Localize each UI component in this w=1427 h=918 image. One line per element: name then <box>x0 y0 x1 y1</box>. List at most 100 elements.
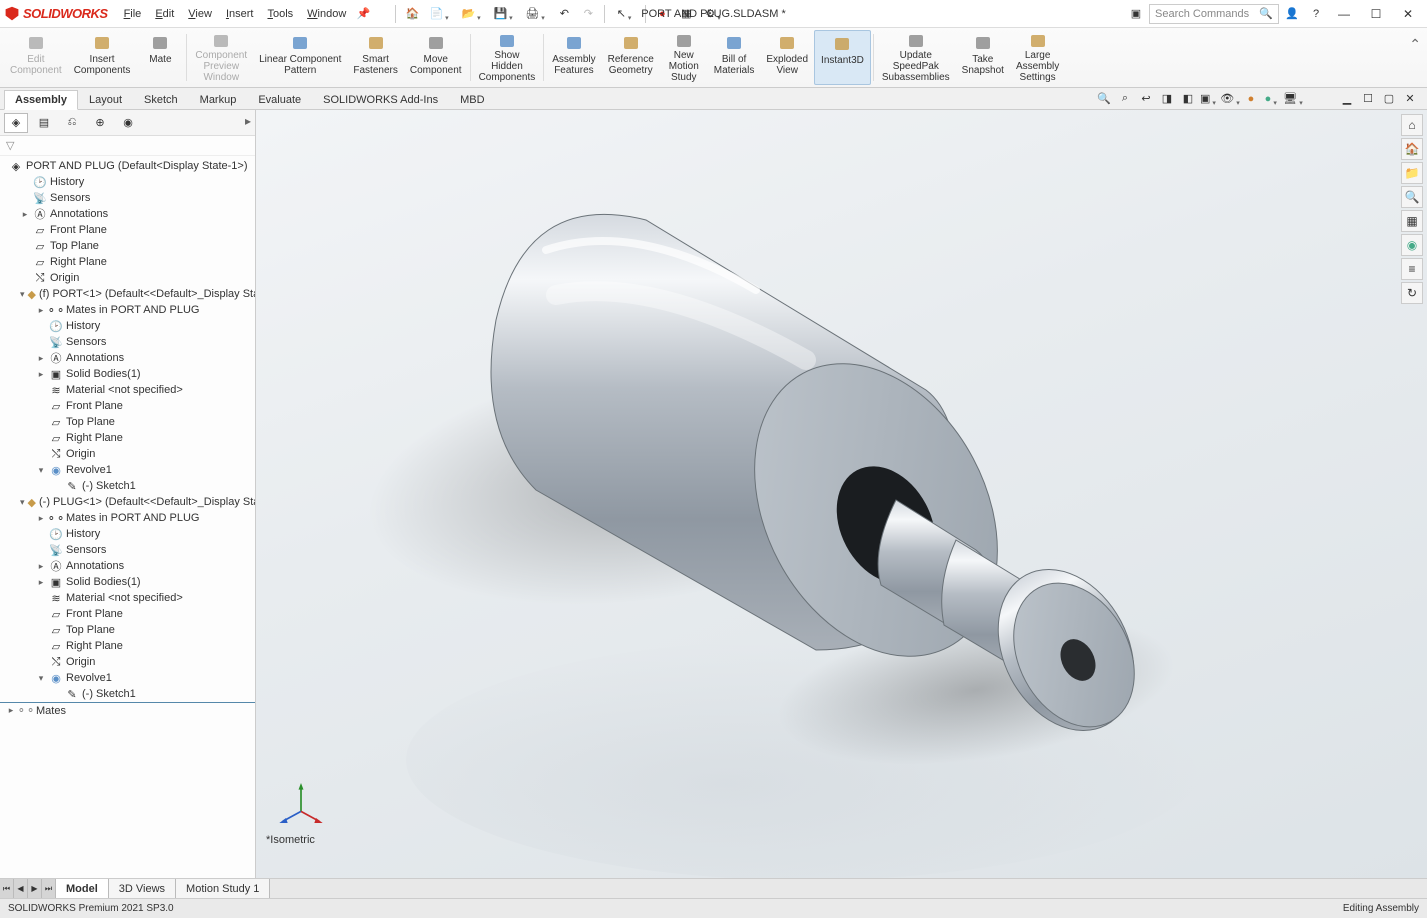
open-doc-button[interactable]: 📂 <box>457 3 487 25</box>
tree-node[interactable]: ⤭Origin <box>0 654 255 670</box>
ribbon-instant3d[interactable]: Instant3D <box>814 30 871 85</box>
ribbon-insert[interactable]: InsertComponents <box>68 30 137 85</box>
pin-icon[interactable]: 📌 <box>352 3 374 25</box>
tab-scroll-prev-icon[interactable]: ◀ <box>14 879 28 898</box>
configuration-tab-icon[interactable]: ⎌ <box>60 113 84 133</box>
tab-sketch[interactable]: Sketch <box>133 90 189 109</box>
view-orientation-icon[interactable]: ◧ <box>1179 90 1197 108</box>
tree-node[interactable]: ▱Front Plane <box>0 398 255 414</box>
menu-tools[interactable]: Tools <box>261 4 299 24</box>
save-button[interactable]: 💾 <box>489 3 519 25</box>
tab-scroll-next-icon[interactable]: ▶ <box>28 879 42 898</box>
view-triad-icon[interactable] <box>276 778 326 828</box>
doc-restore-button[interactable]: ☐ <box>1359 90 1377 108</box>
menu-file[interactable]: File <box>118 4 148 24</box>
tree-node[interactable]: 📡Sensors <box>0 542 255 558</box>
restore-button[interactable]: ☐ <box>1361 4 1391 24</box>
ribbon-take[interactable]: TakeSnapshot <box>956 30 1010 85</box>
ribbon-assembly[interactable]: AssemblyFeatures <box>546 30 601 85</box>
feature-filter-row[interactable]: ▽ <box>0 136 255 156</box>
ribbon-large[interactable]: LargeAssemblySettings <box>1010 30 1065 85</box>
property-manager-tab-icon[interactable]: ▤ <box>32 113 56 133</box>
tree-node[interactable]: ✎(-) Sketch1 <box>0 478 255 494</box>
expander-icon[interactable]: ▸ <box>36 577 46 588</box>
doc-close-button[interactable]: ✕ <box>1401 90 1419 108</box>
zoom-fit-icon[interactable]: 🔍 <box>1095 90 1113 108</box>
tree-node[interactable]: ▱Right Plane <box>0 430 255 446</box>
minimize-button[interactable]: — <box>1329 4 1359 24</box>
ribbon-reference[interactable]: ReferenceGeometry <box>602 30 660 85</box>
zoom-area-icon[interactable]: ⌕ <box>1116 90 1134 108</box>
expander-icon[interactable]: ▸ <box>36 305 46 316</box>
view-tab-3d-views[interactable]: 3D Views <box>109 879 176 898</box>
tree-node[interactable]: ▱Right Plane <box>0 254 255 270</box>
ribbon-new[interactable]: NewMotionStudy <box>660 30 708 85</box>
previous-view-icon[interactable]: ↩ <box>1137 90 1155 108</box>
forum-icon[interactable]: ↻ <box>1401 282 1423 304</box>
login-icon[interactable]: 👤 <box>1281 3 1303 25</box>
tree-node[interactable]: 🕑History <box>0 318 255 334</box>
help-icon[interactable]: ? <box>1305 3 1327 25</box>
tab-scroll-last-icon[interactable]: ⏭ <box>42 879 56 898</box>
tree-node[interactable]: ▾◆(-) PLUG<1> (Default<<Default>_Display… <box>0 494 255 510</box>
tree-node[interactable]: ▸▣Solid Bodies(1) <box>0 366 255 382</box>
tree-node[interactable]: ▾◉Revolve1 <box>0 462 255 478</box>
tree-node[interactable]: ▸ⒶAnnotations <box>0 206 255 222</box>
search-terminal-icon[interactable]: ▣ <box>1125 3 1147 25</box>
tree-node[interactable]: ≋Material <not specified> <box>0 382 255 398</box>
menu-window[interactable]: Window <box>301 4 352 24</box>
tab-assembly[interactable]: Assembly <box>4 90 78 110</box>
view-settings-icon[interactable]: 🖥 <box>1284 90 1302 108</box>
tree-node[interactable]: ▱Top Plane <box>0 414 255 430</box>
tree-node[interactable]: 🕑History <box>0 526 255 542</box>
home-icon[interactable]: 🏠 <box>401 3 423 25</box>
expander-icon[interactable]: ▸ <box>6 705 16 716</box>
tree-node[interactable]: ▸⚬⚬Mates in PORT AND PLUG <box>0 302 255 318</box>
tree-node[interactable]: ⤭Origin <box>0 446 255 462</box>
expander-icon[interactable]: ▸ <box>36 513 46 524</box>
tree-node[interactable]: ▾◉Revolve1 <box>0 670 255 686</box>
tree-node[interactable]: 📡Sensors <box>0 334 255 350</box>
tab-markup[interactable]: Markup <box>189 90 248 109</box>
menu-view[interactable]: View <box>182 4 218 24</box>
expander-icon[interactable]: ▸ <box>20 209 30 220</box>
ribbon-move[interactable]: MoveComponent <box>404 30 468 85</box>
view-tab-motion-study-1[interactable]: Motion Study 1 <box>176 879 270 898</box>
tab-solidworks-add-ins[interactable]: SOLIDWORKS Add-Ins <box>312 90 449 109</box>
tree-node[interactable]: ▱Front Plane <box>0 606 255 622</box>
display-manager-tab-icon[interactable]: ◉ <box>116 113 140 133</box>
tree-node[interactable]: ▸▣Solid Bodies(1) <box>0 574 255 590</box>
expander-icon[interactable]: ▾ <box>36 673 46 684</box>
tree-node[interactable]: ▸ⒶAnnotations <box>0 558 255 574</box>
tab-evaluate[interactable]: Evaluate <box>247 90 312 109</box>
undo-button[interactable]: ↶ <box>553 3 575 25</box>
design-library-icon[interactable]: 📁 <box>1401 162 1423 184</box>
view-tab-model[interactable]: Model <box>56 879 109 898</box>
tree-node[interactable]: 📡Sensors <box>0 190 255 206</box>
ribbon-show[interactable]: ShowHiddenComponents <box>473 30 542 85</box>
menu-insert[interactable]: Insert <box>220 4 260 24</box>
tree-node[interactable]: ▸ⒶAnnotations <box>0 350 255 366</box>
tree-mates-group[interactable]: ▸ ⚬⚬ Mates <box>0 702 255 718</box>
select-tool-button[interactable]: ↖ <box>610 3 640 25</box>
close-button[interactable]: ✕ <box>1393 4 1423 24</box>
dimxpert-tab-icon[interactable]: ⊕ <box>88 113 112 133</box>
home-view-icon[interactable]: ⌂ <box>1401 114 1423 136</box>
edit-appearance-icon[interactable]: ● <box>1242 90 1260 108</box>
new-doc-button[interactable]: 📄 <box>425 3 455 25</box>
ribbon-mate[interactable]: Mate <box>136 30 184 85</box>
hide-show-icon[interactable]: 👁 <box>1221 90 1239 108</box>
expander-icon[interactable]: ▸ <box>36 561 46 572</box>
tree-node[interactable]: ▱Top Plane <box>0 238 255 254</box>
expander-icon[interactable]: ▾ <box>36 465 46 476</box>
search-input[interactable]: Search Commands 🔍 <box>1149 4 1279 24</box>
tree-root[interactable]: ◈ PORT AND PLUG (Default<Display State-1… <box>0 158 255 174</box>
graphics-viewport[interactable]: *Isometric ⌂ 🏠 📁 🔍 ▦ ◉ ≡ ↻ <box>256 110 1427 878</box>
menu-edit[interactable]: Edit <box>149 4 180 24</box>
feature-tree[interactable]: ◈ PORT AND PLUG (Default<Display State-1… <box>0 156 255 878</box>
doc-minimize-button[interactable]: ▁ <box>1338 90 1356 108</box>
display-style-icon[interactable]: ▣ <box>1200 90 1218 108</box>
tree-node[interactable]: ⤭Origin <box>0 270 255 286</box>
expander-icon[interactable]: ▾ <box>20 497 25 508</box>
tree-node[interactable]: ▱Top Plane <box>0 622 255 638</box>
